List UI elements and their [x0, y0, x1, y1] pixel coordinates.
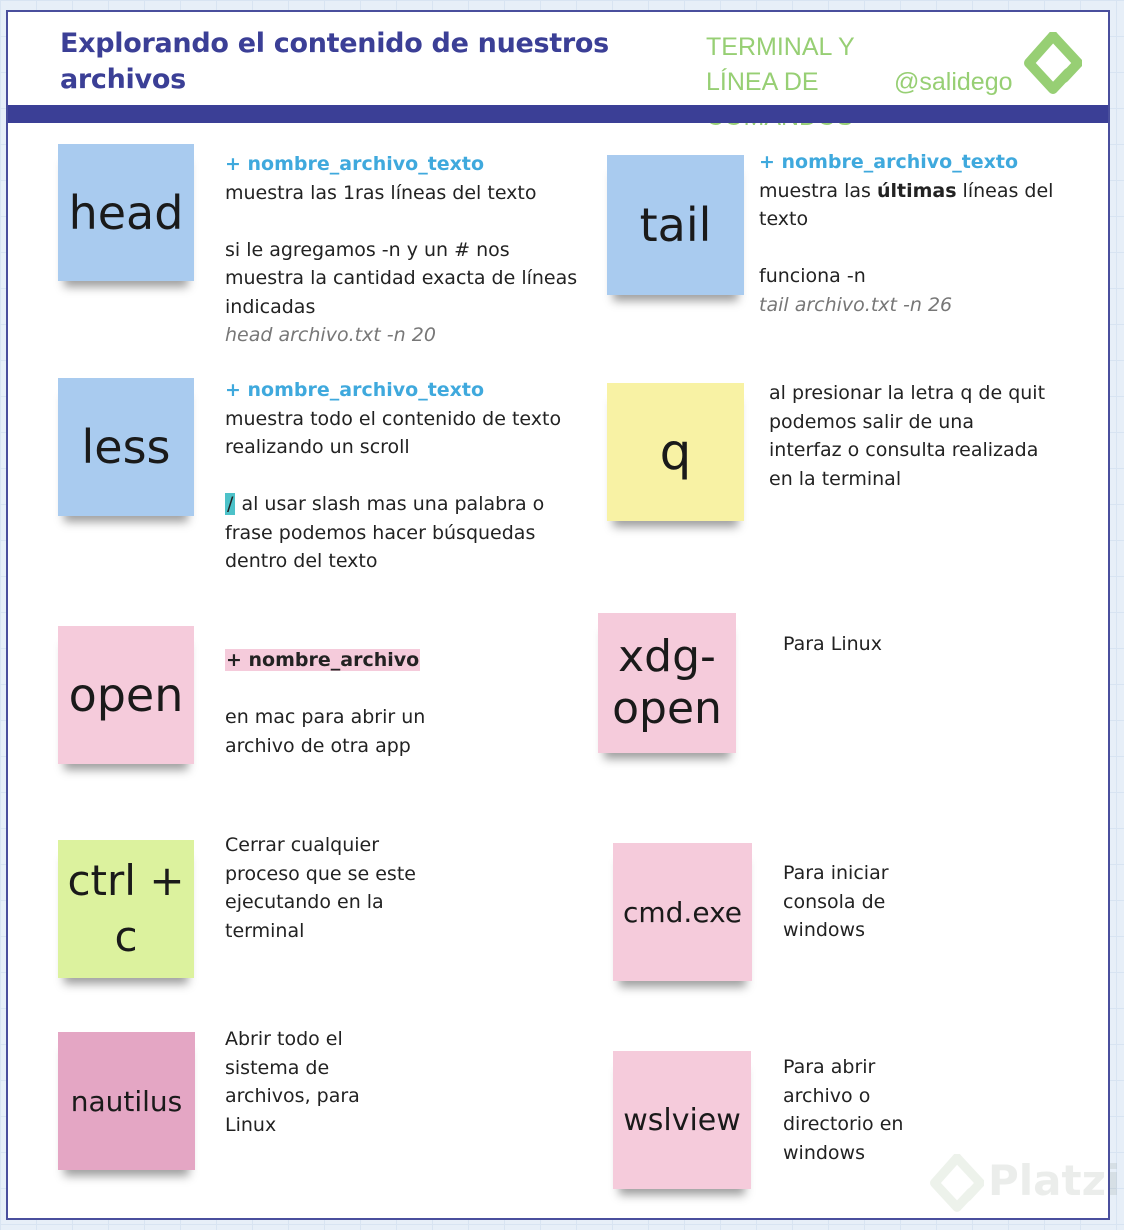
- note-label-line-1: xdg-: [618, 631, 716, 682]
- open-description: + nombre_archivo en mac para abrir un ar…: [225, 649, 426, 757]
- xdg-open-description: Para Linux: [783, 633, 882, 655]
- note-label: open: [68, 668, 184, 722]
- sticky-note-open: open: [58, 626, 194, 764]
- note-label: nautilus: [70, 1084, 183, 1118]
- sticky-note-cmd-exe: cmd.exe: [613, 843, 752, 981]
- platzi-watermark-icon: [930, 1154, 984, 1212]
- tail-description: + nombre_archivo_texto muestra las últim…: [759, 148, 1104, 319]
- less-description: + nombre_archivo_texto muestra todo el c…: [225, 376, 590, 576]
- note-label-line-2: open: [612, 683, 722, 734]
- tail-example: tail archivo.txt -n 26: [759, 293, 953, 316]
- sticky-note-q: q: [607, 383, 744, 521]
- sticky-note-less: less: [58, 378, 194, 516]
- head-argument: + nombre_archivo_texto: [225, 153, 485, 175]
- note-label: tail: [639, 198, 712, 252]
- note-label: q: [659, 423, 692, 481]
- open-argument: + nombre_archivo: [225, 649, 421, 671]
- note-label-line-1: ctrl +: [67, 856, 185, 905]
- nautilus-description: Abrir todo el sistema de archivos, para …: [225, 1028, 360, 1136]
- head-example: head archivo.txt -n 20: [225, 324, 436, 346]
- watermark-text: Platzi: [988, 1156, 1121, 1205]
- tail-line-1: muestra las últimas líneas del texto: [759, 179, 1054, 231]
- note-label: head: [68, 185, 184, 240]
- note-label: cmd.exe: [622, 895, 742, 929]
- sticky-note-tail: tail: [607, 155, 744, 295]
- wslview-description: Para abrir archivo o directorio en windo…: [783, 1056, 904, 1164]
- less-line-1: muestra todo el contenido de texto reali…: [225, 407, 562, 459]
- ctrl-c-description: Cerrar cualquier proceso que se este eje…: [225, 834, 416, 942]
- header-band: [8, 105, 1108, 123]
- q-description: al presionar la letra q de quit podemos …: [769, 382, 1046, 490]
- platzi-watermark: Platzi: [930, 1152, 1120, 1212]
- author-handle: @salidego: [894, 68, 1013, 96]
- less-line-2: / al usar slash mas una palabra o frase …: [225, 493, 545, 572]
- sticky-note-head: head: [58, 144, 194, 281]
- header: Explorando el contenido de nuestros arch…: [8, 12, 1108, 131]
- note-label: less: [81, 420, 171, 474]
- note-label: wslview: [623, 1102, 741, 1138]
- platzi-logo-icon: [1024, 32, 1082, 94]
- tail-line-2: funciona -n: [759, 265, 866, 287]
- cmd-exe-description: Para iniciar consola de windows: [783, 862, 889, 941]
- slash-highlight: /: [225, 493, 236, 515]
- sticky-note-nautilus: nautilus: [58, 1032, 195, 1170]
- sticky-note-xdg-open: xdg- open: [598, 613, 736, 753]
- head-line-1: muestra las 1ras líneas del texto: [225, 181, 537, 204]
- head-description: + nombre_archivo_texto muestra las 1ras …: [225, 150, 585, 350]
- less-argument: + nombre_archivo_texto: [225, 379, 485, 401]
- tail-argument: + nombre_archivo_texto: [759, 151, 1019, 173]
- sticky-note-ctrl-c: ctrl + c: [58, 840, 194, 978]
- head-line-2: si le agregamos -n y un # nos muestra la…: [225, 238, 578, 318]
- page-title: Explorando el contenido de nuestros arch…: [60, 28, 609, 95]
- sticky-note-wslview: wslview: [613, 1051, 751, 1189]
- note-label-line-2: c: [114, 912, 138, 961]
